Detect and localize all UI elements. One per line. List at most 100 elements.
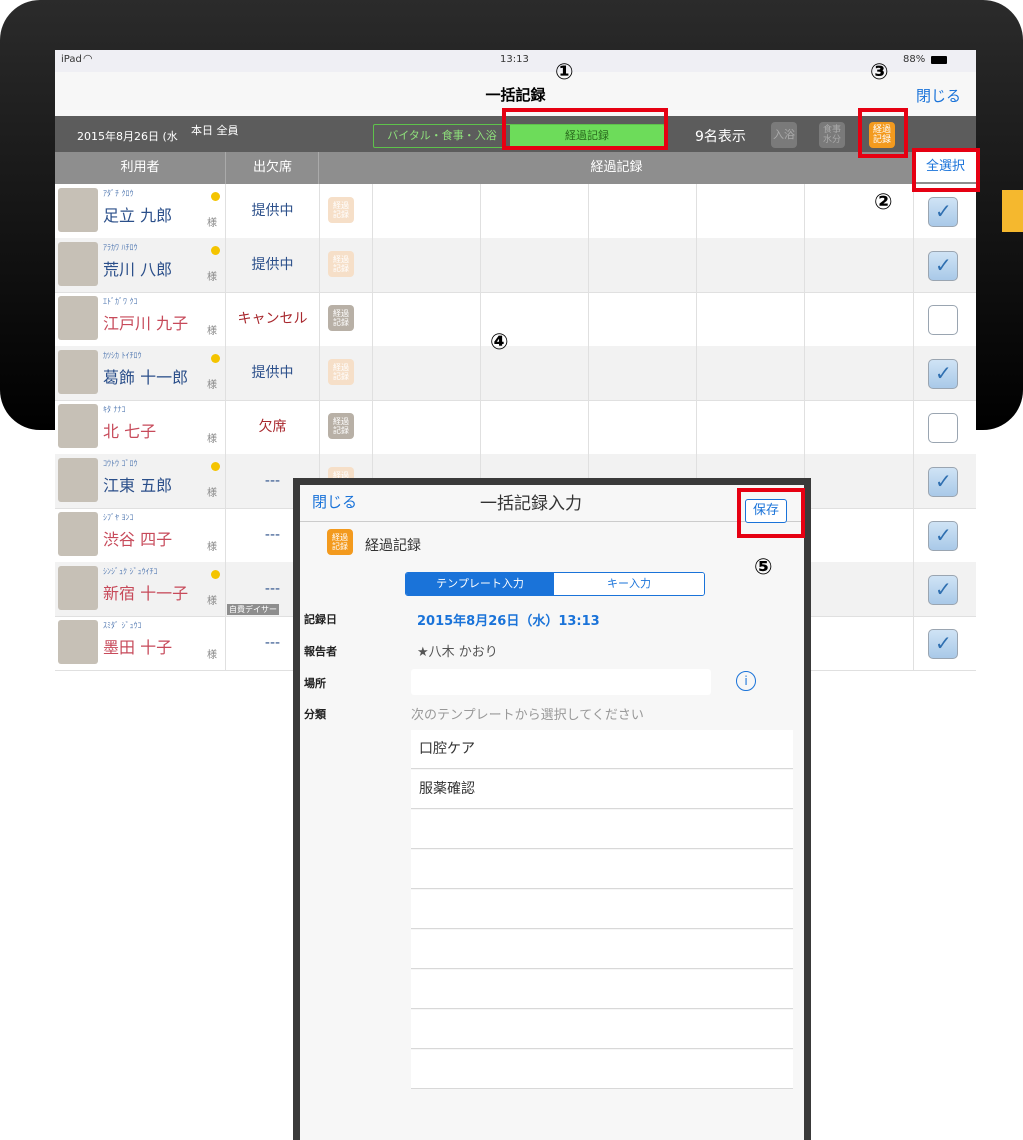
row-checkbox[interactable] [928,467,958,497]
row-checkbox[interactable] [928,521,958,551]
progress-record-badge[interactable]: 経過記録 [328,359,354,385]
progress-cell[interactable] [804,400,913,454]
progress-cell[interactable] [804,292,913,346]
progress-cell[interactable] [480,238,589,292]
progress-record-badge[interactable]: 経過記録 [328,197,354,223]
honorific: 様 [207,218,217,229]
attendance-status[interactable]: 欠席 [225,400,320,454]
tab-template-input[interactable]: テンプレート入力 [406,573,554,595]
user-name[interactable]: 江東 五郎 [103,472,172,496]
user-name[interactable]: 新宿 十一子 [103,580,188,604]
progress-cell[interactable] [804,616,913,670]
progress-cell[interactable] [696,184,805,238]
user-name[interactable]: 墨田 十子 [103,634,172,658]
table-row[interactable]: ｷﾀ ﾅﾅｺ北 七子様欠席 経過 記録 [55,400,976,455]
user-name[interactable]: 渋谷 四子 [103,526,172,550]
template-item[interactable]: 服薬確認 [411,770,793,809]
progress-cell[interactable] [804,454,913,508]
row-checkbox[interactable] [928,413,958,443]
progress-cell[interactable] [696,238,805,292]
template-item[interactable] [411,1010,793,1049]
date-field[interactable]: 2015年8月26日（水）13:13 [417,610,600,629]
progress-cell[interactable] [588,184,697,238]
table-row[interactable]: ｶﾂｼｶ ﾄｲﾁﾛｳ 葛飾 十一郎様提供中 経過 記録 [55,346,976,401]
divider [913,562,914,616]
progress-cell[interactable] [372,400,481,454]
tab-vital[interactable]: バイタル・食事・入浴 [374,125,510,147]
template-item[interactable] [411,890,793,929]
user-name[interactable]: 荒川 八郎 [103,256,172,280]
template-item[interactable] [411,1050,793,1089]
progress-cell[interactable] [588,292,697,346]
modal-close-button[interactable]: 閉じる [312,491,357,512]
progress-cell[interactable] [372,292,481,346]
progress-cell[interactable] [804,346,913,400]
count-label: 9名表示 [695,129,746,145]
annotation-box-2 [912,148,980,192]
progress-cell[interactable] [372,346,481,400]
annotation-5: ⑤ [754,555,773,580]
user-name[interactable]: 足立 九郎 [103,202,172,226]
clock: 13:13 [500,54,529,65]
template-item[interactable] [411,970,793,1009]
avatar [58,296,98,340]
table-row[interactable]: ｴﾄﾞｶﾞﾜ ｸｺ 江戸川 九子様キャンセル 経過 記録 [55,292,976,347]
progress-cell[interactable] [588,238,697,292]
close-button[interactable]: 閉じる [916,85,961,106]
attendance-status[interactable]: 提供中 [225,346,320,400]
divider [913,292,914,346]
progress-cell[interactable] [804,238,913,292]
row-checkbox[interactable] [928,629,958,659]
modal-body: 閉じる 一括記録入力 保存 経過 記録 経過記録 テンプレート入力 キー入力 記録… [300,485,804,1140]
badge-line-1: 経過 [333,417,349,426]
reporter-field[interactable]: ★八木 かおり [417,641,498,660]
progress-cell[interactable] [588,346,697,400]
progress-cell[interactable] [696,292,805,346]
progress-cell[interactable] [696,400,805,454]
progress-cell[interactable] [804,562,913,616]
table-row[interactable]: ｱﾀﾞﾁ ｸﾛｳ 足立 九郎様提供中 経過 記録 [55,184,976,239]
template-item[interactable] [411,810,793,849]
progress-cell[interactable] [372,238,481,292]
attendance-status[interactable]: 提供中 [225,184,320,238]
progress-cell[interactable] [804,184,913,238]
tab-key-input[interactable]: キー入力 [554,573,704,595]
row-checkbox[interactable] [928,305,958,335]
progress-cell[interactable] [480,400,589,454]
notice-dot-icon [211,192,220,201]
template-item[interactable] [411,850,793,889]
progress-cell[interactable] [696,346,805,400]
attendance-status[interactable]: 提供中 [225,238,320,292]
meal-button[interactable]: 食事 水分 [819,122,845,148]
progress-record-badge[interactable]: 経過記録 [328,305,354,331]
annotation-4: ④ [490,330,509,355]
template-item[interactable]: 口腔ケア [411,730,793,769]
user-name[interactable]: 葛飾 十一郎 [103,364,188,388]
category-placeholder: 次のテンプレートから選択してください [411,708,644,723]
row-checkbox[interactable] [928,575,958,605]
side-marker [1002,190,1023,232]
divider [913,184,914,238]
table-row[interactable]: ｱﾗｶﾜ ﾊﾁﾛｳ 荒川 八郎様提供中 経過 記録 [55,238,976,293]
attendance-status[interactable]: キャンセル [225,292,320,346]
place-input[interactable] [411,669,711,695]
row-checkbox[interactable] [928,251,958,281]
badge-line-2: 記録 [333,372,349,381]
progress-cell[interactable] [588,400,697,454]
bath-button[interactable]: 入浴 [771,122,797,148]
progress-cell[interactable] [372,184,481,238]
modal-header: 閉じる 一括記録入力 保存 [300,485,804,523]
template-item[interactable] [411,930,793,969]
progress-record-badge[interactable]: 経過記録 [328,251,354,277]
progress-cell[interactable] [480,184,589,238]
annotation-box-1 [502,108,668,150]
row-checkbox[interactable] [928,359,958,389]
progress-cell[interactable] [804,508,913,562]
row-checkbox[interactable] [928,197,958,227]
info-icon[interactable]: i [736,671,756,691]
user-name[interactable]: 江戸川 九子 [103,310,188,334]
date-label: 2015年8月26日 (水 [77,130,178,143]
scope-label[interactable]: 本日 全員 [191,122,239,138]
progress-record-badge[interactable]: 経過記録 [328,413,354,439]
user-name[interactable]: 北 七子 [103,418,156,442]
